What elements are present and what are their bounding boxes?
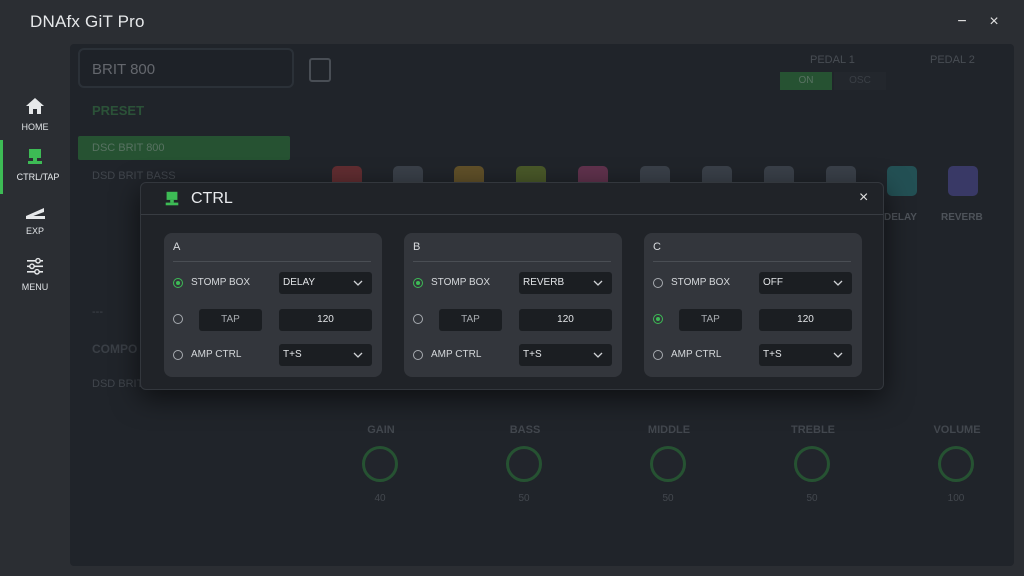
pedal-osc-button[interactable]: OSC [834, 72, 886, 90]
chevron-down-icon [353, 352, 363, 358]
fx-label-delay: DELAY [884, 212, 917, 223]
bass-knob[interactable] [506, 446, 542, 482]
radio-stomp-box[interactable] [173, 278, 183, 288]
tap-button[interactable]: TAP [679, 309, 742, 331]
tap-tempo-field[interactable]: 120 [279, 309, 372, 331]
title-bar: DNAfx GiT Pro − × [0, 0, 1024, 44]
chevron-down-icon [353, 280, 363, 286]
amp-ctrl-select[interactable]: T+S [279, 344, 372, 366]
preset-name-text: BRIT 800 [92, 61, 156, 78]
stomp-box-value: OFF [763, 277, 783, 288]
stomp-box-value: DELAY [283, 277, 316, 288]
tap-tempo-field[interactable]: 120 [519, 309, 612, 331]
knob-value-bass: 50 [518, 493, 530, 504]
dialog-title: CTRL [191, 190, 233, 207]
nav-item-menu[interactable]: MENU [0, 250, 70, 304]
treble-knob[interactable] [794, 446, 830, 482]
amp-ctrl-value: T+S [763, 349, 782, 360]
amp-ctrl-select[interactable]: T+S [759, 344, 852, 366]
fx-tile-reverb[interactable] [948, 166, 978, 196]
radio-tap[interactable] [653, 314, 663, 324]
nav-item-exp[interactable]: EXP [0, 194, 70, 248]
volume-knob[interactable] [938, 446, 974, 482]
gain-knob[interactable] [362, 446, 398, 482]
ctrl-icon [165, 191, 179, 206]
amp-ctrl-value: T+S [283, 349, 302, 360]
radio-stomp-box[interactable] [653, 278, 663, 288]
knob-value-treble: 50 [806, 493, 818, 504]
ctrl-dialog: CTRL × A STOMP BOX DELAY TAP 120 AMP CTR… [140, 182, 884, 390]
pedal2-label: PEDAL 2 [930, 54, 975, 66]
knob-label-bass: BASS [509, 424, 541, 436]
stomp-box-select[interactable]: OFF [759, 272, 852, 294]
app-title: DNAfx GiT Pro [30, 12, 145, 31]
ctrl-box-a: A STOMP BOX DELAY TAP 120 AMP CTRL T+S [164, 233, 382, 377]
stomp-box-select[interactable]: DELAY [279, 272, 372, 294]
nav-label-ctrl-tap: CTRL/TAP [16, 172, 60, 182]
divider [173, 261, 371, 262]
composition-heading: COMPO [92, 342, 138, 356]
pedal1-label: PEDAL 1 [810, 54, 855, 66]
box-letter: B [413, 241, 421, 253]
chevron-down-icon [593, 352, 603, 358]
sidebar-nav: HOME CTRL/TAP EXP MENU [0, 44, 70, 576]
stomp-box-label: STOMP BOX [671, 277, 731, 288]
radio-amp-ctrl[interactable] [653, 350, 663, 360]
preset-list-item[interactable]: DSC BRIT 800 [78, 136, 290, 160]
tap-button[interactable]: TAP [199, 309, 262, 331]
nav-label-menu: MENU [21, 282, 49, 292]
stomp-box-value: REVERB [523, 277, 565, 288]
amp-ctrl-label: AMP CTRL [431, 349, 482, 360]
radio-tap[interactable] [413, 314, 423, 324]
knob-label-middle: MIDDLE [647, 424, 691, 436]
stomp-box-label: STOMP BOX [431, 277, 491, 288]
middle-knob[interactable] [650, 446, 686, 482]
knob-value-gain: 40 [374, 493, 386, 504]
close-window-button[interactable]: × [982, 10, 1006, 34]
box-letter: C [653, 241, 661, 253]
divider [413, 261, 611, 262]
knob-value-middle: 50 [662, 493, 674, 504]
stomp-box-select[interactable]: REVERB [519, 272, 612, 294]
radio-tap[interactable] [173, 314, 183, 324]
knob-label-volume: VOLUME [933, 424, 981, 436]
preset-heading: PRESET [92, 103, 145, 118]
radio-stomp-box[interactable] [413, 278, 423, 288]
knob-value-volume: 100 [947, 493, 965, 504]
sliders-icon [27, 257, 43, 275]
minimize-button[interactable]: − [950, 10, 974, 34]
ctrl-box-c: C STOMP BOX OFF TAP 120 AMP CTRL T+S [644, 233, 862, 377]
fx-label-reverb: REVERB [941, 212, 983, 223]
divider [653, 261, 851, 262]
chevron-down-icon [593, 280, 603, 286]
knob-label-treble: TREBLE [791, 424, 835, 436]
radio-amp-ctrl[interactable] [413, 350, 423, 360]
radio-amp-ctrl[interactable] [173, 350, 183, 360]
amp-ctrl-label: AMP CTRL [671, 349, 722, 360]
ctrl-box-b: B STOMP BOX REVERB TAP 120 AMP CTRL T+S [404, 233, 622, 377]
chevron-down-icon [833, 280, 843, 286]
nav-item-home[interactable]: HOME [0, 90, 70, 144]
nav-label-home: HOME [21, 122, 49, 132]
amp-ctrl-value: T+S [523, 349, 542, 360]
amp-ctrl-label: AMP CTRL [191, 349, 242, 360]
ctrl-icon [28, 149, 42, 164]
amp-ctrl-select[interactable]: T+S [519, 344, 612, 366]
dialog-header: CTRL × [141, 183, 883, 215]
nav-label-exp: EXP [25, 226, 44, 236]
tap-button[interactable]: TAP [439, 309, 502, 331]
box-letter: A [173, 241, 181, 253]
tap-tempo-field[interactable]: 120 [759, 309, 852, 331]
save-icon[interactable] [309, 58, 331, 82]
expression-pedal-icon [26, 208, 45, 219]
dialog-close-button[interactable]: × [859, 189, 868, 207]
chevron-down-icon [833, 352, 843, 358]
nav-item-ctrl-tap[interactable]: CTRL/TAP [0, 140, 70, 194]
preset-name-field[interactable]: BRIT 800 [78, 48, 294, 88]
knob-label-gain: GAIN [367, 424, 395, 436]
stomp-box-label: STOMP BOX [191, 277, 251, 288]
fx-tile-delay[interactable] [887, 166, 917, 196]
pedal-on-button[interactable]: ON [780, 72, 832, 90]
home-icon [26, 98, 44, 114]
